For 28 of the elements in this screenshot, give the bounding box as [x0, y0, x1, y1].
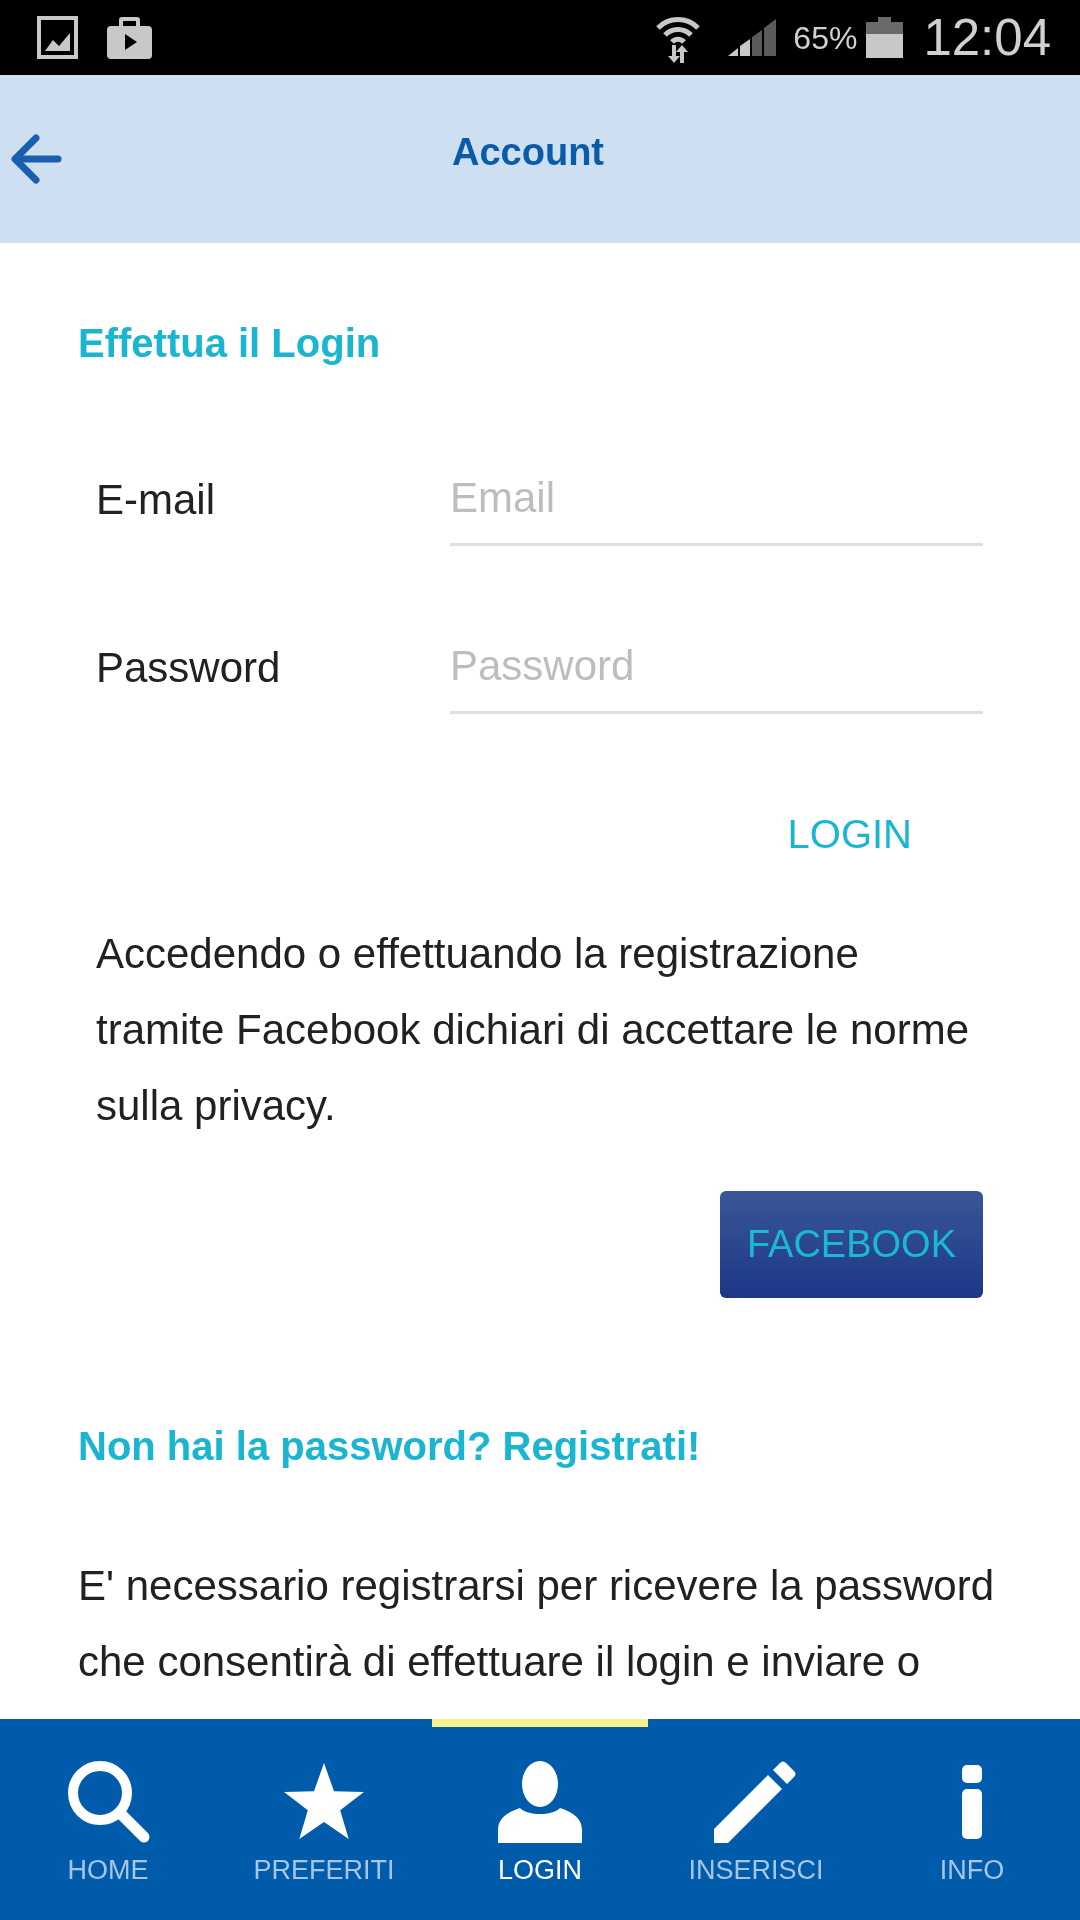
facebook-button[interactable]: FACEBOOK [720, 1191, 983, 1298]
field-label: E-mail [96, 474, 216, 525]
battery-percentage: 65% [793, 21, 858, 54]
info-icon [962, 1764, 982, 1839]
nav-tab[interactable]: INSERISCI [648, 1719, 864, 1920]
signal-icon [728, 19, 777, 56]
search-icon [66, 1760, 150, 1843]
input-field[interactable]: Email [450, 453, 983, 546]
battery-icon [866, 17, 904, 58]
registration-text: E' necessario registrarsi per ricevere la password che consentirà di effettuare il login e inviare o [78, 1561, 996, 1687]
privacy-notice: Accedendo o effettuando la registrazione tramite Facebook dichiari di accettare le norme sulla privacy. [96, 929, 971, 1131]
nav-tab[interactable]: INFO [864, 1719, 1080, 1920]
person-icon [498, 1760, 582, 1843]
field-label: Password [96, 642, 282, 693]
star-icon [282, 1762, 366, 1841]
nav-tab[interactable]: HOME [0, 1719, 216, 1920]
play-briefcase-icon [107, 16, 152, 59]
section-heading: Non hai la password? Registrati! [78, 1424, 701, 1468]
clock-time: 12:04 [923, 12, 1051, 63]
page-title: Account [452, 130, 604, 175]
nav-tab[interactable]: LOGIN [432, 1719, 648, 1920]
login-button[interactable]: LOGIN [763, 792, 936, 876]
back-button[interactable] [10, 133, 62, 185]
gallery-icon [37, 16, 78, 59]
input-field[interactable]: Password [450, 621, 983, 714]
section-heading: Effettua il Login [78, 321, 381, 365]
pencil-icon [714, 1760, 798, 1843]
nav-tab[interactable]: PREFERITI [216, 1719, 432, 1920]
